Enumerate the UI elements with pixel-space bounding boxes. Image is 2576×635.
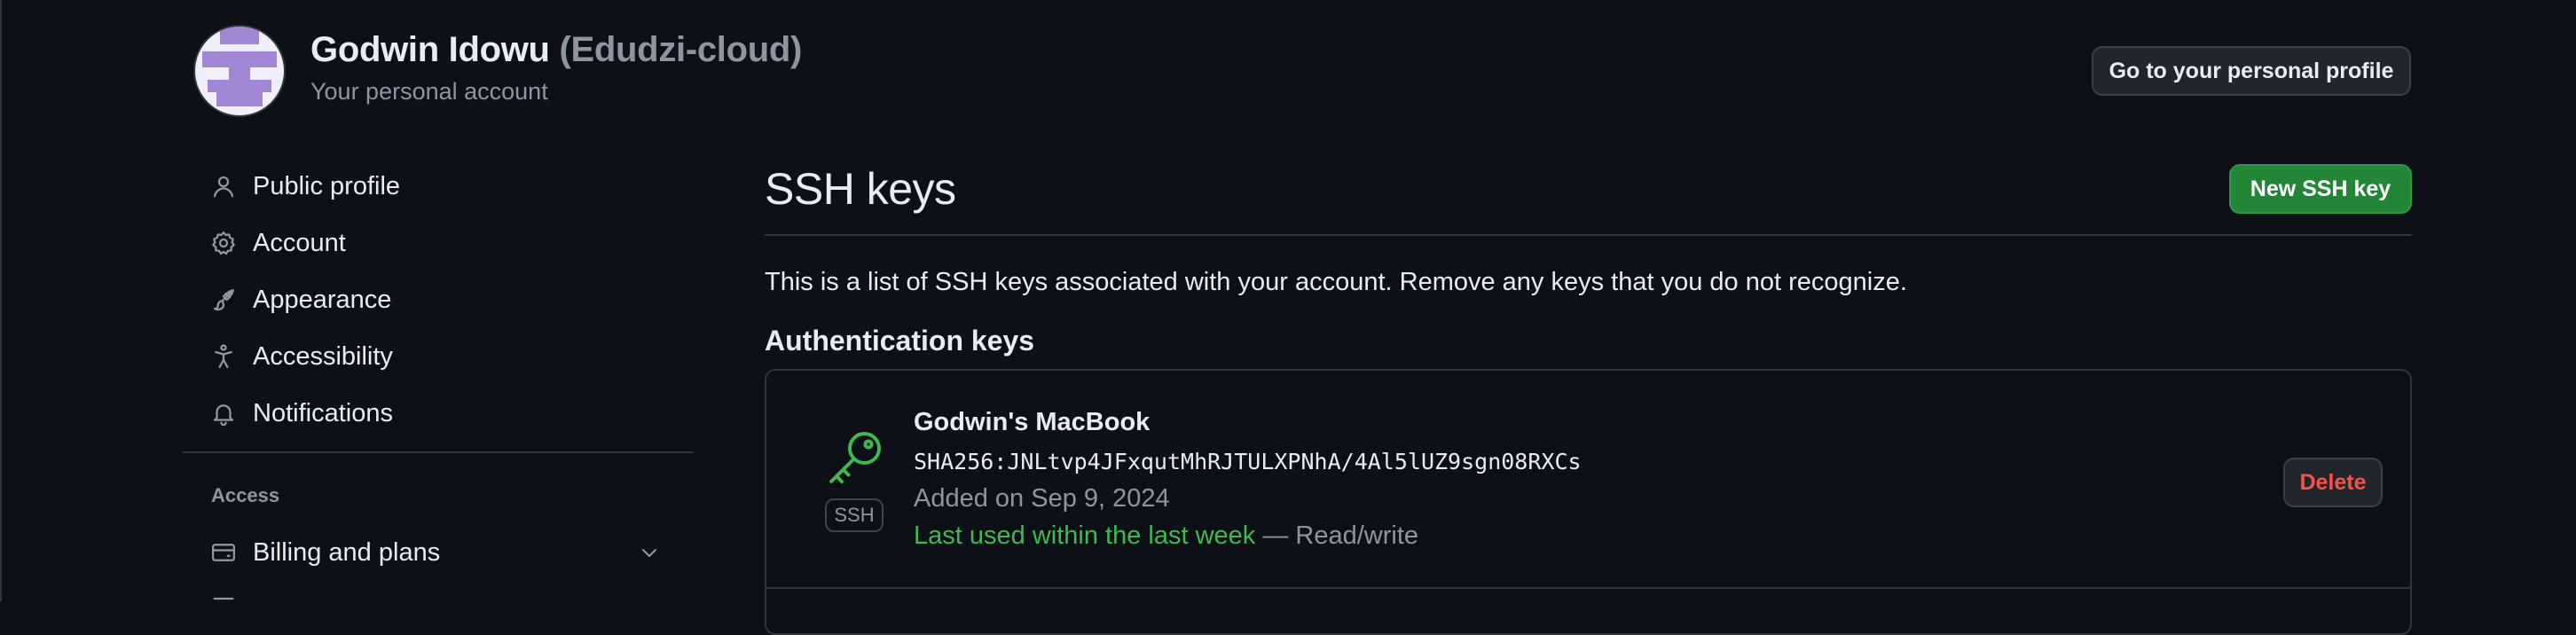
page-title: SSH keys: [765, 164, 956, 214]
key-access-level: — Read/write: [1255, 521, 1419, 550]
sidebar-section-heading: Access: [211, 484, 280, 506]
sidebar-item-account[interactable]: Account: [183, 217, 694, 269]
sidebar-item-label: Accessibility: [253, 341, 393, 371]
gear-icon: [209, 229, 238, 257]
paintbrush-icon: [209, 286, 238, 314]
account-display-name: Godwin Idowu: [310, 30, 550, 69]
key-icon: [823, 426, 887, 490]
new-ssh-key-button[interactable]: New SSH key: [2229, 164, 2412, 214]
key-added-date: Added on Sep 9, 2024: [914, 484, 1170, 513]
account-name[interactable]: Godwin Idowu (Edudzi-cloud): [310, 30, 802, 70]
ssh-badge: SSH: [825, 498, 884, 532]
credit-card-icon: [209, 538, 238, 567]
accessibility-icon: [209, 342, 238, 371]
page-description: This is a list of SSH keys associated wi…: [765, 268, 1907, 296]
key-last-used: Last used within the last week — Read/wr…: [914, 521, 1418, 551]
avatar[interactable]: [195, 27, 284, 115]
chevron-down-icon[interactable]: [637, 540, 662, 565]
account-subtitle: Your personal account: [310, 78, 548, 105]
sidebar-item-appearance[interactable]: Appearance: [183, 274, 694, 325]
sidebar-item-next-partial[interactable]: [183, 582, 694, 633]
sidebar-divider: [183, 451, 694, 453]
key-fingerprint: SHA256:JNLtvp4JFxqutMhRJTULXPNhA/4Al5lUZ…: [914, 449, 1582, 474]
section-heading: Authentication keys: [765, 325, 1035, 357]
account-header: Godwin Idowu (Edudzi-cloud) Your persona…: [195, 27, 2413, 115]
sidebar-item-label: Notifications: [253, 398, 393, 427]
title-divider: [765, 234, 2412, 236]
key-last-used-text: Last used within the last week: [914, 521, 1256, 550]
delete-key-button[interactable]: Delete: [2283, 458, 2383, 507]
sidebar-item-accessibility[interactable]: Accessibility: [183, 331, 694, 382]
account-login: (Edudzi-cloud): [559, 30, 803, 69]
sidebar-item-label: Account: [253, 228, 346, 257]
key-title: Godwin's MacBook: [914, 408, 1151, 436]
sidebar-item-billing[interactable]: Billing and plans: [183, 527, 694, 578]
key-row-divider: [765, 587, 2412, 589]
partial-icon: [209, 593, 238, 622]
ssh-key-list: SSH Godwin's MacBook SHA256:JNLtvp4JFxqu…: [765, 369, 2412, 635]
bell-icon: [209, 399, 238, 427]
person-icon: [209, 172, 238, 200]
go-to-profile-button[interactable]: Go to your personal profile: [2092, 46, 2411, 96]
sidebar-item-label: Billing and plans: [253, 537, 441, 567]
window-edge: [0, 0, 2, 601]
sidebar-item-notifications[interactable]: Notifications: [183, 388, 694, 439]
sidebar-item-label: Public profile: [253, 171, 401, 200]
sidebar-item-public-profile[interactable]: Public profile: [183, 161, 694, 212]
sidebar-item-label: Appearance: [253, 285, 392, 314]
